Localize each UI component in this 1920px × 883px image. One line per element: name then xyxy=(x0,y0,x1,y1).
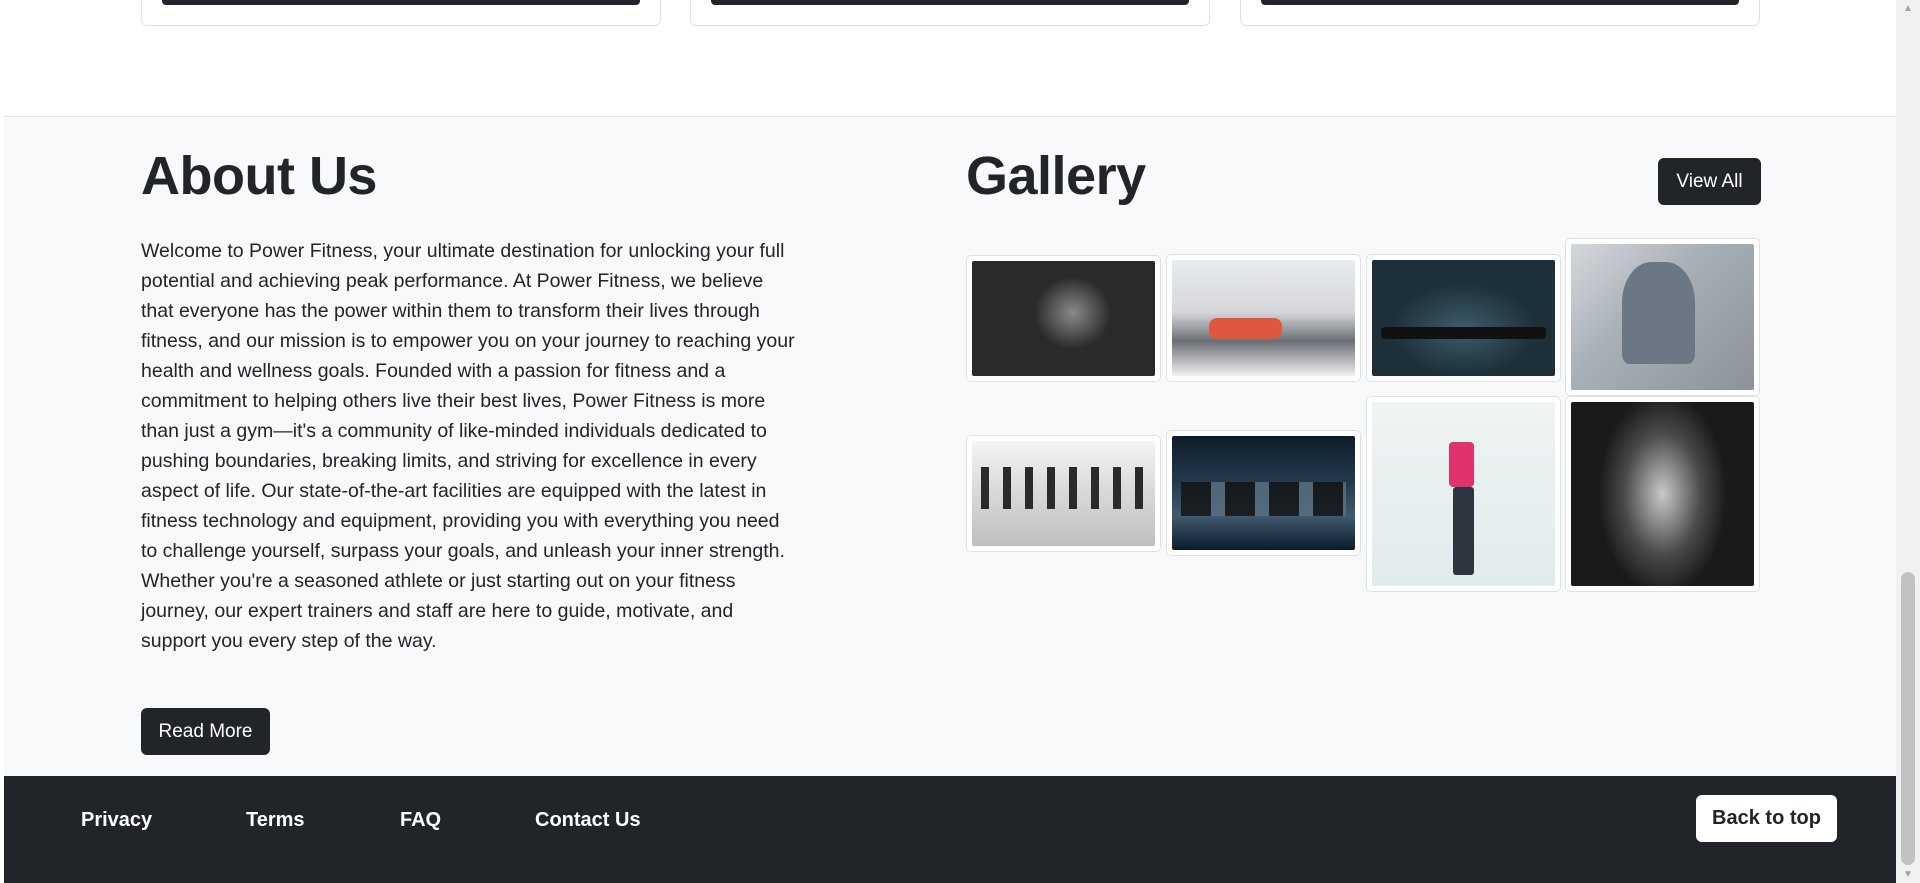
about-gallery-section: About Us Welcome to Power Fitness, your … xyxy=(4,117,1896,776)
gallery-image-weight-machines[interactable] xyxy=(966,435,1161,552)
gallery-photo xyxy=(1372,260,1555,376)
card-button[interactable] xyxy=(711,0,1189,5)
gallery-image-stretching-woman[interactable] xyxy=(1366,396,1561,592)
vertical-scrollbar[interactable]: ▲ ▼ xyxy=(1896,0,1920,883)
card-button[interactable] xyxy=(162,0,640,5)
card xyxy=(1240,0,1760,26)
scroll-up-arrow-icon[interactable]: ▲ xyxy=(1896,0,1920,17)
gallery-image-yoga-pose[interactable] xyxy=(1565,238,1760,396)
card xyxy=(141,0,661,26)
gallery-image-flexing-bodybuilder[interactable] xyxy=(1565,396,1760,592)
card-button[interactable] xyxy=(1261,0,1739,5)
about-title: About Us xyxy=(141,146,377,206)
gallery-photo xyxy=(1172,260,1355,376)
about-text: Welcome to Power Fitness, your ultimate … xyxy=(141,240,795,653)
footer-link-privacy[interactable]: Privacy xyxy=(81,808,152,832)
back-to-top-button[interactable]: Back to top xyxy=(1696,795,1837,842)
scrollbar-thumb[interactable] xyxy=(1901,572,1915,865)
footer-link-terms[interactable]: Terms xyxy=(246,808,305,832)
gallery-image-barbell-lift[interactable] xyxy=(1366,254,1561,382)
gallery-image-bodybuilder-dumbbells[interactable] xyxy=(966,255,1161,382)
page: About Us Welcome to Power Fitness, your … xyxy=(4,0,1896,883)
read-more-button[interactable]: Read More xyxy=(141,708,270,755)
footer: Privacy Terms FAQ Contact Us Back to top xyxy=(4,776,1896,883)
scroll-down-arrow-icon[interactable]: ▼ xyxy=(1896,866,1920,883)
gallery-photo xyxy=(1172,436,1355,550)
footer-link-contact-us[interactable]: Contact Us xyxy=(535,808,641,832)
view-all-button[interactable]: View All xyxy=(1658,158,1761,205)
gallery-photo xyxy=(1372,402,1555,586)
gallery-photo xyxy=(1571,402,1754,586)
gallery-title: Gallery xyxy=(966,146,1146,206)
gallery-image-treadmills[interactable] xyxy=(1166,430,1361,556)
gallery-image-gym-bench-press[interactable] xyxy=(1166,254,1361,382)
gallery-photo xyxy=(972,261,1155,376)
cards-strip xyxy=(4,0,1896,117)
card xyxy=(690,0,1210,26)
gallery-photo xyxy=(1571,244,1754,390)
about-section: About Us Welcome to Power Fitness, your … xyxy=(141,146,801,755)
gallery-photo xyxy=(972,441,1155,546)
footer-link-faq[interactable]: FAQ xyxy=(400,808,441,832)
